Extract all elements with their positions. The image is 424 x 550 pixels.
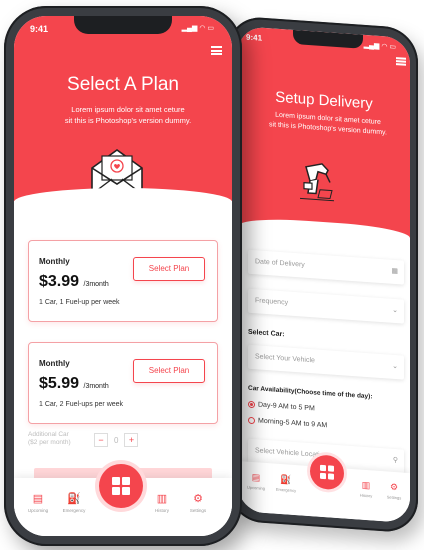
additional-car-label: Additional Car ($2 per month) — [28, 431, 71, 447]
radio-day[interactable]: Day-9 AM to 5 PM — [248, 400, 315, 413]
date-of-delivery-field[interactable]: Date of Delivery ▦ — [248, 249, 404, 285]
price-value: $3.99 — [39, 273, 80, 290]
fuel-icon: ⛽ — [67, 493, 81, 505]
chevron-down-icon: ⌄ — [392, 362, 398, 371]
status-time: 9:41 — [30, 24, 49, 34]
grid-icon — [320, 464, 334, 480]
nav-label: Settings — [386, 494, 402, 501]
nav-upcoming[interactable]: ▤ Upcoming — [244, 471, 268, 491]
calendar-icon: ▦ — [391, 267, 398, 276]
nav-history[interactable]: ▥ History — [146, 492, 178, 513]
plan-card[interactable]: Monthly $5.99 /3month 1 Car, 2 Fuel-ups … — [28, 342, 218, 424]
nav-label: History — [359, 492, 373, 499]
plan-name: Monthly — [39, 257, 70, 266]
phone-notch — [74, 16, 172, 34]
additional-car-price: ($2 per month) — [28, 439, 71, 446]
delivery-phone-frame: 9:41 ▂▄▆ ◠ ▭ Setup Delivery Lorem ipsum … — [228, 15, 418, 534]
decrement-button[interactable]: − — [94, 433, 108, 447]
page-subtitle: Lorem ipsum dolor sit amet ceture sit th… — [250, 109, 406, 140]
vehicle-select[interactable]: Select Your Vehicle ⌄ — [248, 344, 404, 380]
gear-icon: ⚙ — [389, 481, 399, 493]
plan-header: 9:41 ▂▄▆ ◠ ▭ Select A Plan Lorem ipsum d… — [14, 16, 232, 201]
price-period: /3month — [83, 383, 109, 390]
frequency-select[interactable]: Frequency ⌄ — [248, 288, 404, 324]
mockup-stage: 9:41 ▂▄▆ ◠ ▭ Setup Delivery Lorem ipsum … — [0, 0, 424, 550]
radio-morning[interactable]: Morning-5 AM to 9 AM — [248, 416, 328, 430]
grid-icon — [112, 477, 130, 495]
home-fab-button[interactable] — [99, 464, 143, 508]
plan-price: $5.99 /3month — [39, 375, 109, 393]
plan-phone-frame: 9:41 ▂▄▆ ◠ ▭ Select A Plan Lorem ipsum d… — [4, 6, 242, 546]
fuel-nozzle-icon — [300, 163, 334, 202]
nav-emergency[interactable]: ⛽ Emergency — [274, 474, 298, 494]
page-subtitle: Lorem ipsum dolor sit amet ceture sit th… — [44, 104, 212, 126]
price-period: /3month — [83, 281, 109, 288]
nav-settings[interactable]: ⚙ Settings — [382, 481, 406, 501]
nav-label: Settings — [189, 508, 207, 513]
price-value: $5.99 — [39, 375, 80, 392]
phone-notch — [293, 29, 363, 49]
field-placeholder: Date of Delivery — [255, 258, 305, 269]
stepper-value: 0 — [114, 435, 119, 445]
plan-description: 1 Car, 1 Fuel-up per week — [39, 299, 120, 306]
delivery-screen: 9:41 ▂▄▆ ◠ ▭ Setup Delivery Lorem ipsum … — [238, 26, 410, 524]
subtitle-line: sit this is Photoshop's version dummy. — [64, 116, 192, 125]
nav-emergency[interactable]: ⛽ Emergency — [58, 492, 90, 513]
additional-car-title: Additional Car — [28, 431, 69, 438]
plan-price: $3.99 /3month — [39, 273, 109, 291]
bottom-nav: ▤ Upcoming ⛽ Emergency ▥ History ⚙ Setti… — [14, 464, 232, 536]
search-icon: ⚲ — [392, 456, 398, 465]
radio-selected-icon — [248, 400, 255, 409]
field-placeholder: Frequency — [255, 297, 289, 307]
hamburger-menu-icon[interactable] — [211, 46, 222, 55]
plan-card[interactable]: Monthly $3.99 /3month 1 Car, 1 Fuel-up p… — [28, 240, 218, 322]
increment-button[interactable]: + — [124, 433, 139, 447]
gear-icon: ⚙ — [193, 493, 203, 505]
document-icon: ▤ — [251, 472, 261, 483]
subtitle-line: Lorem ipsum dolor sit amet ceture — [71, 105, 185, 114]
radio-unselected-icon — [248, 416, 255, 425]
select-plan-button[interactable]: Select Plan — [133, 257, 205, 281]
chevron-down-icon: ⌄ — [392, 306, 398, 315]
document-icon: ▤ — [32, 493, 44, 505]
availability-label: Car Availability(Choose time of the day)… — [248, 384, 373, 401]
select-plan-button[interactable]: Select Plan — [133, 359, 205, 383]
select-car-label: Select Car: — [248, 328, 285, 339]
delivery-header: 9:41 ▂▄▆ ◠ ▭ Setup Delivery Lorem ipsum … — [238, 26, 410, 239]
radio-label: Morning-5 AM to 9 AM — [258, 417, 328, 430]
hamburger-menu-icon[interactable] — [396, 57, 406, 66]
field-placeholder: Select Your Vehicle — [255, 353, 315, 365]
additional-car-stepper: − 0 + — [94, 433, 139, 447]
nav-label: Emergency — [62, 508, 86, 513]
nav-history[interactable]: ▥ History — [354, 479, 378, 499]
nav-settings[interactable]: ⚙ Settings — [182, 492, 214, 513]
receipt-icon: ▥ — [156, 493, 168, 505]
nav-label: Upcoming — [27, 508, 49, 513]
plan-screen: 9:41 ▂▄▆ ◠ ▭ Select A Plan Lorem ipsum d… — [14, 16, 232, 536]
plan-description: 1 Car, 2 Fuel-ups per week — [39, 401, 124, 408]
bottom-nav: ▤ Upcoming ⛽ Emergency ▥ History ⚙ Setti… — [238, 454, 410, 524]
plan-name: Monthly — [39, 359, 70, 368]
nav-label: History — [154, 508, 169, 513]
fuel-icon: ⛽ — [280, 474, 292, 485]
status-time: 9:41 — [246, 32, 263, 43]
signal-battery-icon: ▂▄▆ ◠ ▭ — [181, 25, 214, 32]
page-title: Select A Plan — [67, 74, 179, 95]
radio-label: Day-9 AM to 5 PM — [258, 401, 315, 413]
nav-upcoming[interactable]: ▤ Upcoming — [22, 492, 54, 513]
receipt-icon: ▥ — [361, 479, 371, 491]
nav-label: Emergency — [275, 486, 297, 494]
nav-label: Upcoming — [246, 484, 265, 491]
signal-battery-icon: ▂▄▆ ◠ ▭ — [363, 41, 396, 52]
